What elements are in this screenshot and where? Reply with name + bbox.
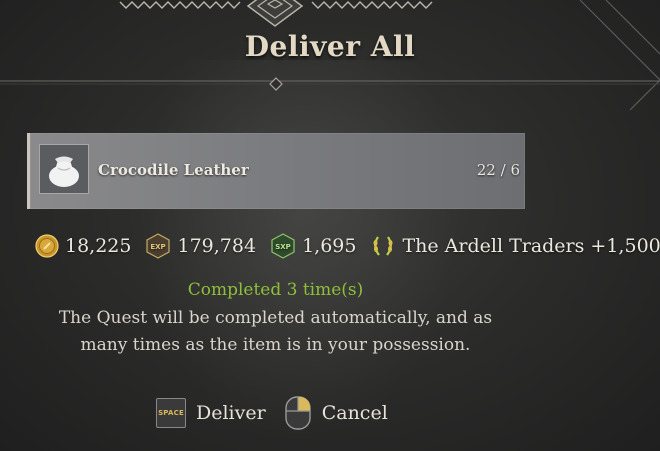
- svg-text:SXP: SXP: [275, 243, 291, 251]
- action-bar: SPACE Deliver Cancel: [156, 395, 388, 431]
- exp-badge-icon: EXP: [146, 233, 171, 259]
- space-key-icon[interactable]: SPACE: [156, 398, 186, 428]
- reward-exp: EXP 179,784: [145, 233, 256, 259]
- exp-value: 179,784: [177, 235, 257, 257]
- cancel-button[interactable]: Cancel: [322, 402, 388, 424]
- deliver-button[interactable]: Deliver: [196, 402, 266, 424]
- reward-sxp: SXP 1,695: [270, 233, 356, 259]
- item-count: 22 / 6: [476, 161, 520, 179]
- item-name: Crocodile Leather: [98, 161, 249, 179]
- completed-count: Completed 3 time(s): [187, 280, 364, 300]
- mouse-right-click-icon[interactable]: [284, 395, 312, 431]
- delivery-item-row: Crocodile Leather 22 / 6: [27, 133, 525, 209]
- description-line-2: many times as the item is in your posses…: [80, 335, 471, 355]
- laurel-icon: [373, 236, 393, 256]
- leather-bag-icon: [49, 156, 79, 187]
- reward-gold: 18,225: [35, 234, 131, 258]
- emblem-icon: [246, 0, 304, 27]
- item-icon-frame: [39, 144, 89, 194]
- rewards-row: 18,225 EXP 179,784 SXP 1,695 The Ardell …: [35, 233, 660, 259]
- sxp-badge-icon: SXP: [271, 233, 295, 259]
- reward-reputation: The Ardell Traders +1,500: [370, 234, 660, 258]
- gold-coin-icon: [35, 234, 59, 258]
- gold-value: 18,225: [65, 235, 132, 257]
- svg-text:EXP: EXP: [151, 243, 166, 251]
- reputation-text: The Ardell Traders +1,500: [402, 235, 660, 257]
- dialog-title: Deliver All: [244, 30, 416, 63]
- quest-description: The Quest will be completed automaticall…: [0, 305, 551, 359]
- title-divider: [0, 77, 660, 91]
- sxp-value: 1,695: [302, 235, 357, 257]
- description-line-1: The Quest will be completed automaticall…: [58, 308, 493, 328]
